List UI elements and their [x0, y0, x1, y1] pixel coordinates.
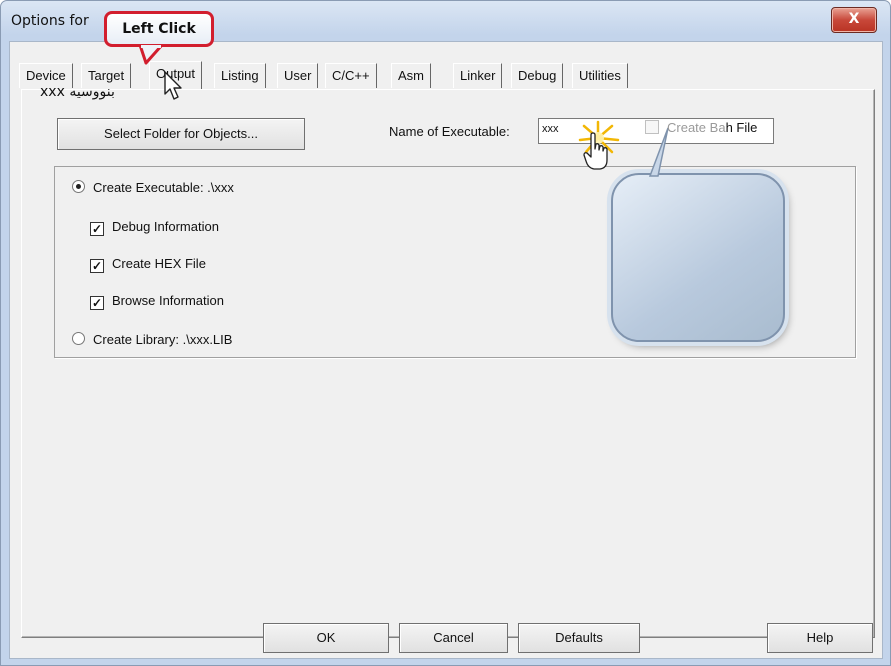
batch-label-a: Create	[667, 120, 707, 135]
ok-button[interactable]: OK	[263, 623, 389, 653]
debug-information-label: Debug Information	[112, 219, 219, 234]
browse-information-option[interactable]: ✓ Browse Information	[90, 293, 224, 310]
hint-callout	[611, 173, 785, 342]
left-click-callout-tail	[138, 45, 164, 65]
help-button[interactable]: Help	[767, 623, 873, 653]
checkbox-checked-icon[interactable]: ✓	[90, 222, 104, 236]
mouse-pointer-icon	[164, 71, 182, 100]
output-tab-panel: Select Folder for Objects... Name of Exe…	[21, 89, 875, 638]
create-hex-option[interactable]: ✓ Create HEX File	[90, 256, 206, 273]
create-executable-label: Create Executable: .\xxx	[93, 180, 234, 195]
debug-information-option[interactable]: ✓ Debug Information	[90, 219, 219, 236]
create-batch-file-option[interactable]: Create Bah File	[645, 120, 757, 135]
batch-label-c: h File	[725, 120, 758, 135]
checkbox-checked-icon[interactable]: ✓	[90, 296, 104, 310]
close-icon: X	[848, 11, 860, 27]
tab-listing[interactable]: Listing	[214, 63, 266, 88]
tab-asm[interactable]: Asm	[391, 63, 431, 88]
checkbox-checked-icon[interactable]: ✓	[90, 259, 104, 273]
tab-cpp[interactable]: C/C++	[325, 63, 377, 88]
cancel-button[interactable]: Cancel	[399, 623, 508, 653]
title-prefix: Options for	[11, 13, 89, 29]
defaults-button[interactable]: Defaults	[518, 623, 640, 653]
tab-user[interactable]: User	[277, 63, 319, 88]
close-button[interactable]: X	[831, 7, 877, 33]
executable-name-label: Name of Executable:	[389, 124, 510, 139]
select-folder-button[interactable]: Select Folder for Objects...	[57, 118, 305, 150]
hand-pointer-icon	[583, 132, 608, 170]
radio-unselected-icon[interactable]	[72, 332, 85, 345]
tab-linker[interactable]: Linker	[453, 63, 503, 88]
create-hex-label: Create HEX File	[112, 256, 206, 271]
radio-selected-icon[interactable]	[72, 180, 85, 193]
browse-information-label: Browse Information	[112, 293, 224, 308]
checkbox-disabled-icon[interactable]	[645, 120, 659, 134]
hint-callout-text: xxx بنووسیە	[40, 84, 115, 100]
left-click-callout: Left Click	[104, 11, 214, 47]
batch-label-b: Ba	[709, 120, 726, 135]
create-library-label: Create Library: .\xxx.LIB	[93, 332, 233, 347]
tab-debug[interactable]: Debug	[511, 63, 564, 88]
create-executable-option[interactable]: Create Executable: .\xxx	[72, 180, 234, 195]
create-library-option[interactable]: Create Library: .\xxx.LIB	[72, 332, 232, 347]
tab-utilities[interactable]: Utilities	[572, 63, 628, 88]
